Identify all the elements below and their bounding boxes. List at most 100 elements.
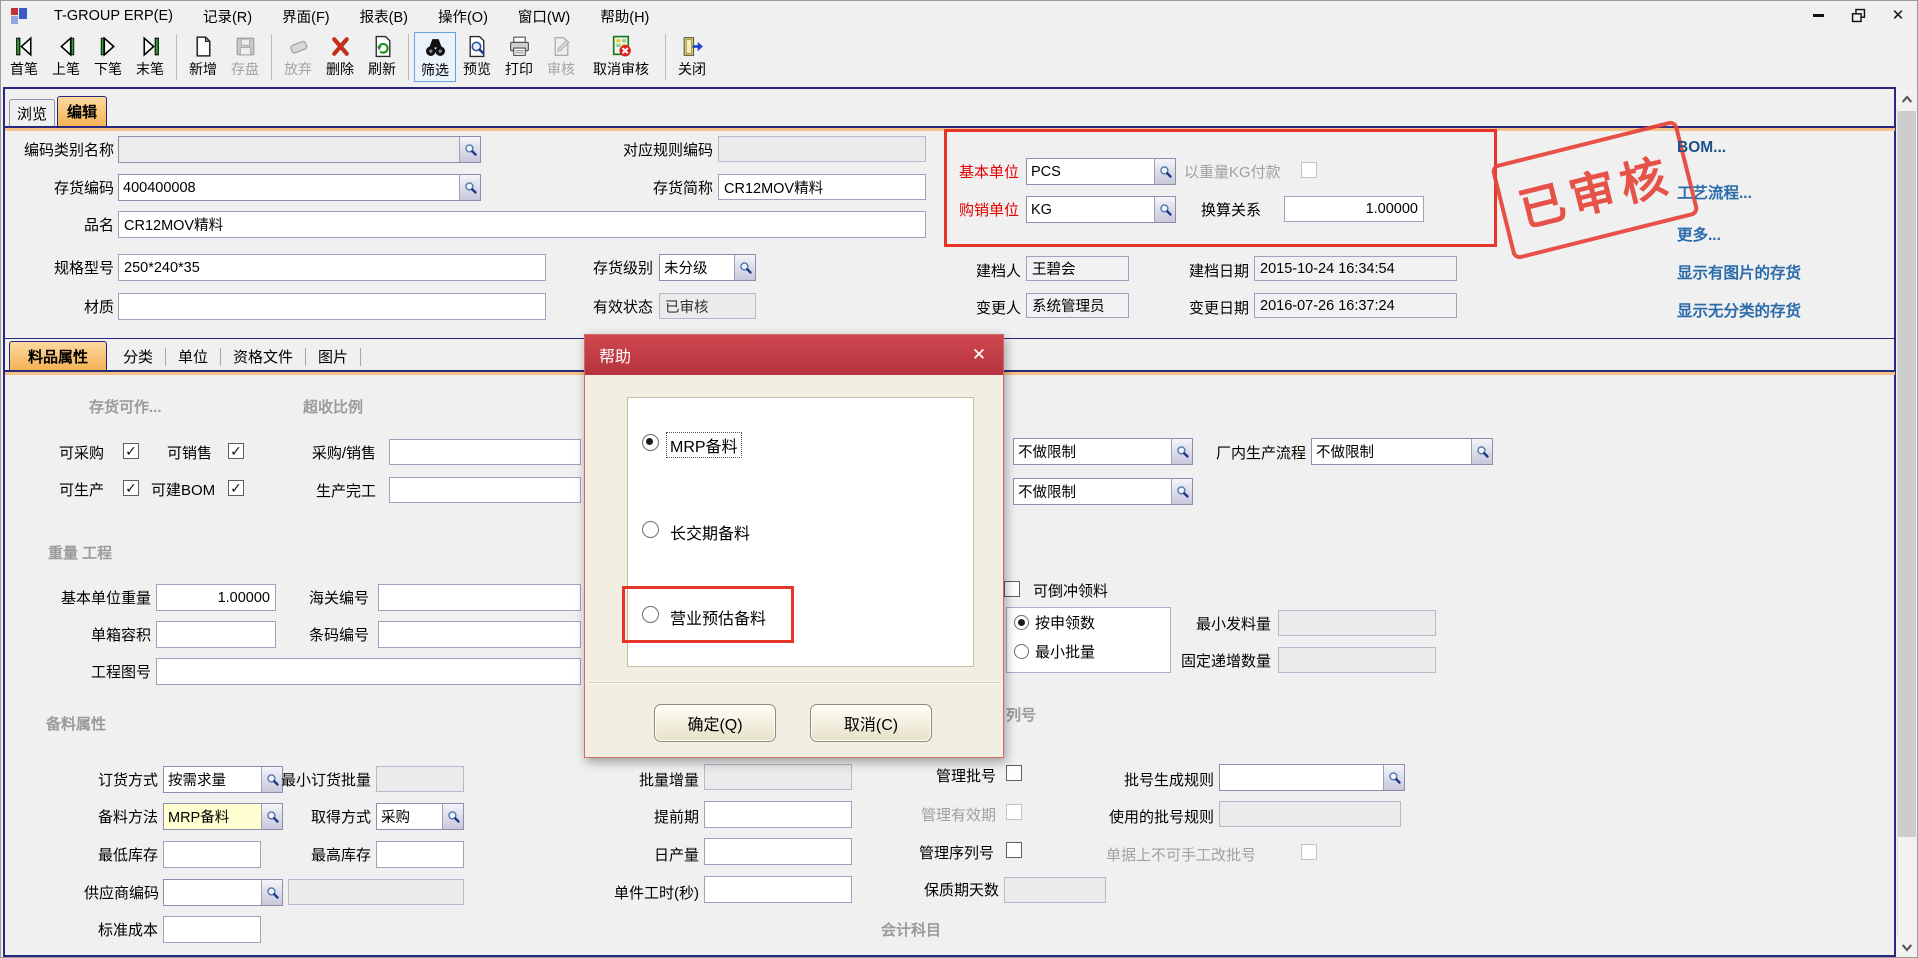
std-cost-field[interactable] [163, 916, 261, 943]
menu-operation[interactable]: 操作(O) [423, 2, 503, 31]
level-combo[interactable]: 未分级 [659, 254, 756, 281]
min-stock-field[interactable] [163, 841, 261, 868]
menu-help[interactable]: 帮助(H) [585, 2, 664, 31]
leadtime-field[interactable] [704, 801, 852, 828]
limit-combo-2[interactable]: 不做限制 [1013, 478, 1193, 505]
minimize-button[interactable] [1805, 3, 1831, 27]
lookup-icon[interactable] [442, 804, 463, 829]
toolbar-delete-button[interactable]: 删除 [319, 32, 361, 82]
toolbar-last-button[interactable]: 末笔 [129, 32, 171, 82]
item-code-combo[interactable]: 400400008 [118, 174, 481, 201]
ok-button[interactable]: 确定(Q) [654, 704, 776, 742]
lookup-icon[interactable] [734, 255, 755, 280]
restore-button[interactable] [1845, 3, 1871, 27]
order-mode-combo[interactable]: 按需求量 [163, 766, 283, 793]
obtain-mode-combo[interactable]: 采购 [376, 803, 464, 830]
item-name-field[interactable]: CR12MOV精料 [118, 211, 926, 238]
spec-field[interactable]: 250*240*35 [118, 254, 546, 281]
backflush-checkbox[interactable] [1004, 581, 1020, 597]
producible-checkbox[interactable] [123, 480, 139, 496]
lookup-icon[interactable] [1154, 197, 1175, 222]
option-sales-forecast-label[interactable]: 营业预估备料 [670, 605, 766, 629]
menu-interface[interactable]: 界面(F) [267, 2, 345, 31]
dialog-close-icon[interactable]: ✕ [967, 343, 991, 367]
lookup-icon[interactable] [261, 880, 282, 905]
subtab-image[interactable]: 图片 [306, 346, 360, 367]
scroll-down-button[interactable] [1897, 937, 1917, 957]
tab-browse[interactable]: 浏览 [9, 99, 55, 126]
prod-finish-ratio-field[interactable] [389, 477, 581, 503]
code-category-combo[interactable] [118, 136, 481, 163]
tab-edit[interactable]: 编辑 [57, 96, 107, 126]
link-more[interactable]: 更多... [1677, 223, 1721, 245]
link-show-with-image[interactable]: 显示有图片的存货 [1677, 261, 1801, 283]
daily-output-field[interactable] [704, 838, 852, 865]
barcode-field[interactable] [378, 621, 581, 648]
supplier-code-combo[interactable] [163, 879, 283, 906]
menu-app[interactable]: T-GROUP ERP(E) [39, 4, 188, 28]
menu-report[interactable]: 报表(B) [345, 2, 423, 31]
option-sales-forecast-radio[interactable] [642, 606, 659, 623]
subtab-classification[interactable]: 分类 [111, 346, 165, 367]
help-dialog-titlebar[interactable]: 帮助 [585, 335, 1003, 375]
link-show-unclassified[interactable]: 显示无分类的存货 [1677, 299, 1801, 321]
box-volume-field[interactable] [156, 621, 276, 648]
toolbar-prev-button[interactable]: 上笔 [45, 32, 87, 82]
max-stock-field[interactable] [376, 841, 464, 868]
lookup-icon[interactable] [1171, 479, 1192, 504]
toolbar-close-button[interactable]: 关闭 [671, 32, 713, 82]
base-weight-field[interactable]: 1.00000 [156, 584, 276, 611]
menu-record[interactable]: 记录(R) [188, 2, 267, 31]
menu-window[interactable]: 窗口(W) [503, 2, 585, 31]
item-abbr-field[interactable]: CR12MOV精料 [718, 174, 926, 200]
toolbar-first-button[interactable]: 首笔 [3, 32, 45, 82]
can-build-bom-checkbox[interactable] [228, 480, 244, 496]
purchasable-checkbox[interactable] [123, 443, 139, 459]
lookup-icon[interactable] [1471, 439, 1492, 464]
link-process-flow[interactable]: 工艺流程... [1677, 181, 1752, 203]
option-long-lead-radio[interactable] [642, 521, 659, 538]
cancel-button[interactable]: 取消(C) [810, 704, 932, 742]
min-batch-radio[interactable] [1014, 644, 1029, 659]
batch-rule-combo[interactable] [1219, 764, 1405, 791]
limit-combo-1[interactable]: 不做限制 [1013, 438, 1193, 465]
scroll-up-button[interactable] [1897, 89, 1917, 109]
option-mrp-radio[interactable] [642, 434, 659, 451]
lookup-icon[interactable] [261, 804, 282, 829]
link-bom[interactable]: BOM... [1677, 139, 1726, 157]
toolbar-preview-button[interactable]: 预览 [456, 32, 498, 82]
factory-flow-combo[interactable]: 不做限制 [1311, 438, 1493, 465]
lookup-icon[interactable] [1383, 765, 1404, 790]
sellable-checkbox[interactable] [228, 443, 244, 459]
subtab-item-attributes[interactable]: 料品属性 [9, 341, 107, 370]
customs-code-field[interactable] [378, 584, 581, 611]
drawing-no-field[interactable] [156, 658, 581, 685]
subtab-unit[interactable]: 单位 [166, 346, 220, 367]
toolbar-filter-button[interactable]: 筛选 [414, 32, 456, 82]
unit-time-field[interactable] [704, 876, 852, 903]
base-unit-combo[interactable]: PCS [1026, 158, 1176, 185]
toolbar-cancel-audit-button[interactable]: 取消审核 [582, 32, 660, 82]
lookup-icon[interactable] [1154, 159, 1175, 184]
lookup-icon[interactable] [1171, 439, 1192, 464]
lookup-icon[interactable] [459, 137, 480, 162]
lookup-icon[interactable] [459, 175, 480, 200]
close-window-button[interactable]: ✕ [1885, 3, 1911, 27]
issue-by-request-radio[interactable] [1014, 615, 1029, 630]
toolbar-print-button[interactable]: 打印 [498, 32, 540, 82]
trade-unit-combo[interactable]: KG [1026, 196, 1176, 223]
option-mrp-label[interactable]: MRP备料 [667, 433, 741, 457]
material-field[interactable] [118, 293, 546, 320]
conversion-field[interactable]: 1.00000 [1284, 196, 1424, 222]
toolbar-new-button[interactable]: 新增 [182, 32, 224, 82]
toolbar-refresh-button[interactable]: 刷新 [361, 32, 403, 82]
subtab-qualification-files[interactable]: 资格文件 [221, 346, 305, 367]
scrollbar-thumb[interactable] [1898, 111, 1916, 837]
toolbar-next-button[interactable]: 下笔 [87, 32, 129, 82]
reserve-method-combo[interactable]: MRP备料 [163, 803, 283, 830]
order-mode-label: 订货方式 [93, 771, 158, 790]
purchase-sale-ratio-field[interactable] [389, 439, 581, 465]
manage-serial-checkbox[interactable] [1006, 842, 1022, 858]
option-long-lead-label[interactable]: 长交期备料 [670, 520, 750, 544]
manage-batch-checkbox[interactable] [1006, 765, 1022, 781]
